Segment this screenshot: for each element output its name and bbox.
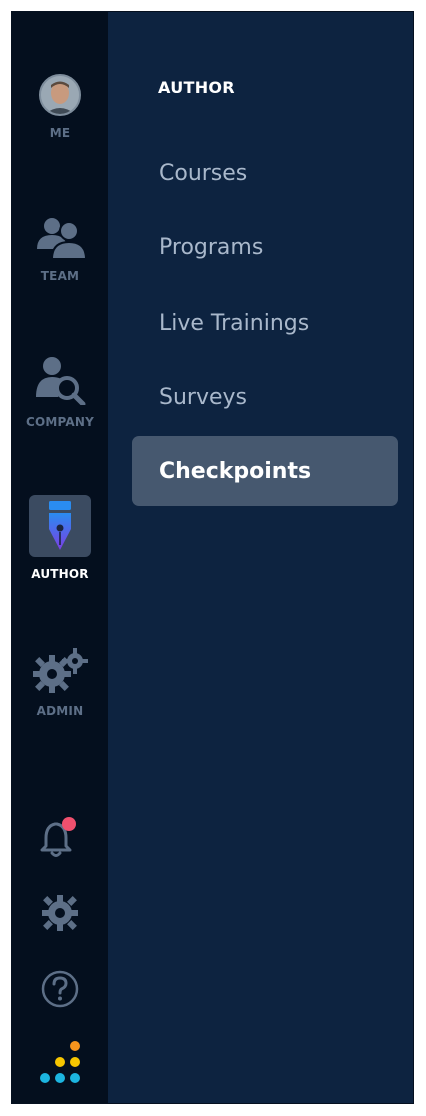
panel-title: AUTHOR	[158, 78, 235, 97]
bell-icon	[40, 816, 80, 858]
settings-icon	[40, 893, 80, 933]
nav-item-checkpoints[interactable]: Checkpoints	[132, 436, 398, 506]
rail-label-me: ME	[49, 126, 71, 140]
author-submenu: AUTHOR Courses Programs Live Trainings S…	[108, 12, 413, 1103]
rail-label-author: AUTHOR	[31, 567, 89, 581]
company-search-icon	[34, 355, 86, 405]
rail-item-me[interactable]: ME	[12, 74, 108, 140]
brand-logo	[12, 1040, 108, 1088]
app-window: ME TEAM COMPANY AUTHOR ADMIN AUTHOR Cour…	[11, 11, 414, 1104]
settings-button[interactable]	[12, 893, 108, 933]
pen-nib-icon	[45, 501, 75, 551]
avatar	[39, 74, 81, 116]
rail-label-company: COMPANY	[25, 415, 95, 429]
author-active-tile	[29, 495, 91, 557]
rail-item-author[interactable]: AUTHOR	[12, 495, 108, 581]
nav-item-programs[interactable]: Programs	[132, 212, 398, 282]
help-button[interactable]	[12, 969, 108, 1009]
help-icon	[40, 969, 80, 1009]
rail-item-admin[interactable]: ADMIN	[12, 648, 108, 718]
notifications-button[interactable]	[12, 816, 108, 858]
team-icon	[34, 215, 86, 259]
nav-item-live-trainings[interactable]: Live Trainings	[132, 288, 398, 358]
notification-dot	[62, 817, 76, 831]
rail-item-team[interactable]: TEAM	[12, 215, 108, 283]
icon-rail: ME TEAM COMPANY AUTHOR ADMIN	[12, 12, 108, 1103]
rail-item-company[interactable]: COMPANY	[12, 355, 108, 429]
rail-label-team: TEAM	[40, 269, 80, 283]
rail-label-admin: ADMIN	[36, 704, 84, 718]
gears-icon	[32, 648, 88, 694]
nav-item-surveys[interactable]: Surveys	[132, 362, 398, 432]
nav-item-courses[interactable]: Courses	[132, 138, 398, 208]
